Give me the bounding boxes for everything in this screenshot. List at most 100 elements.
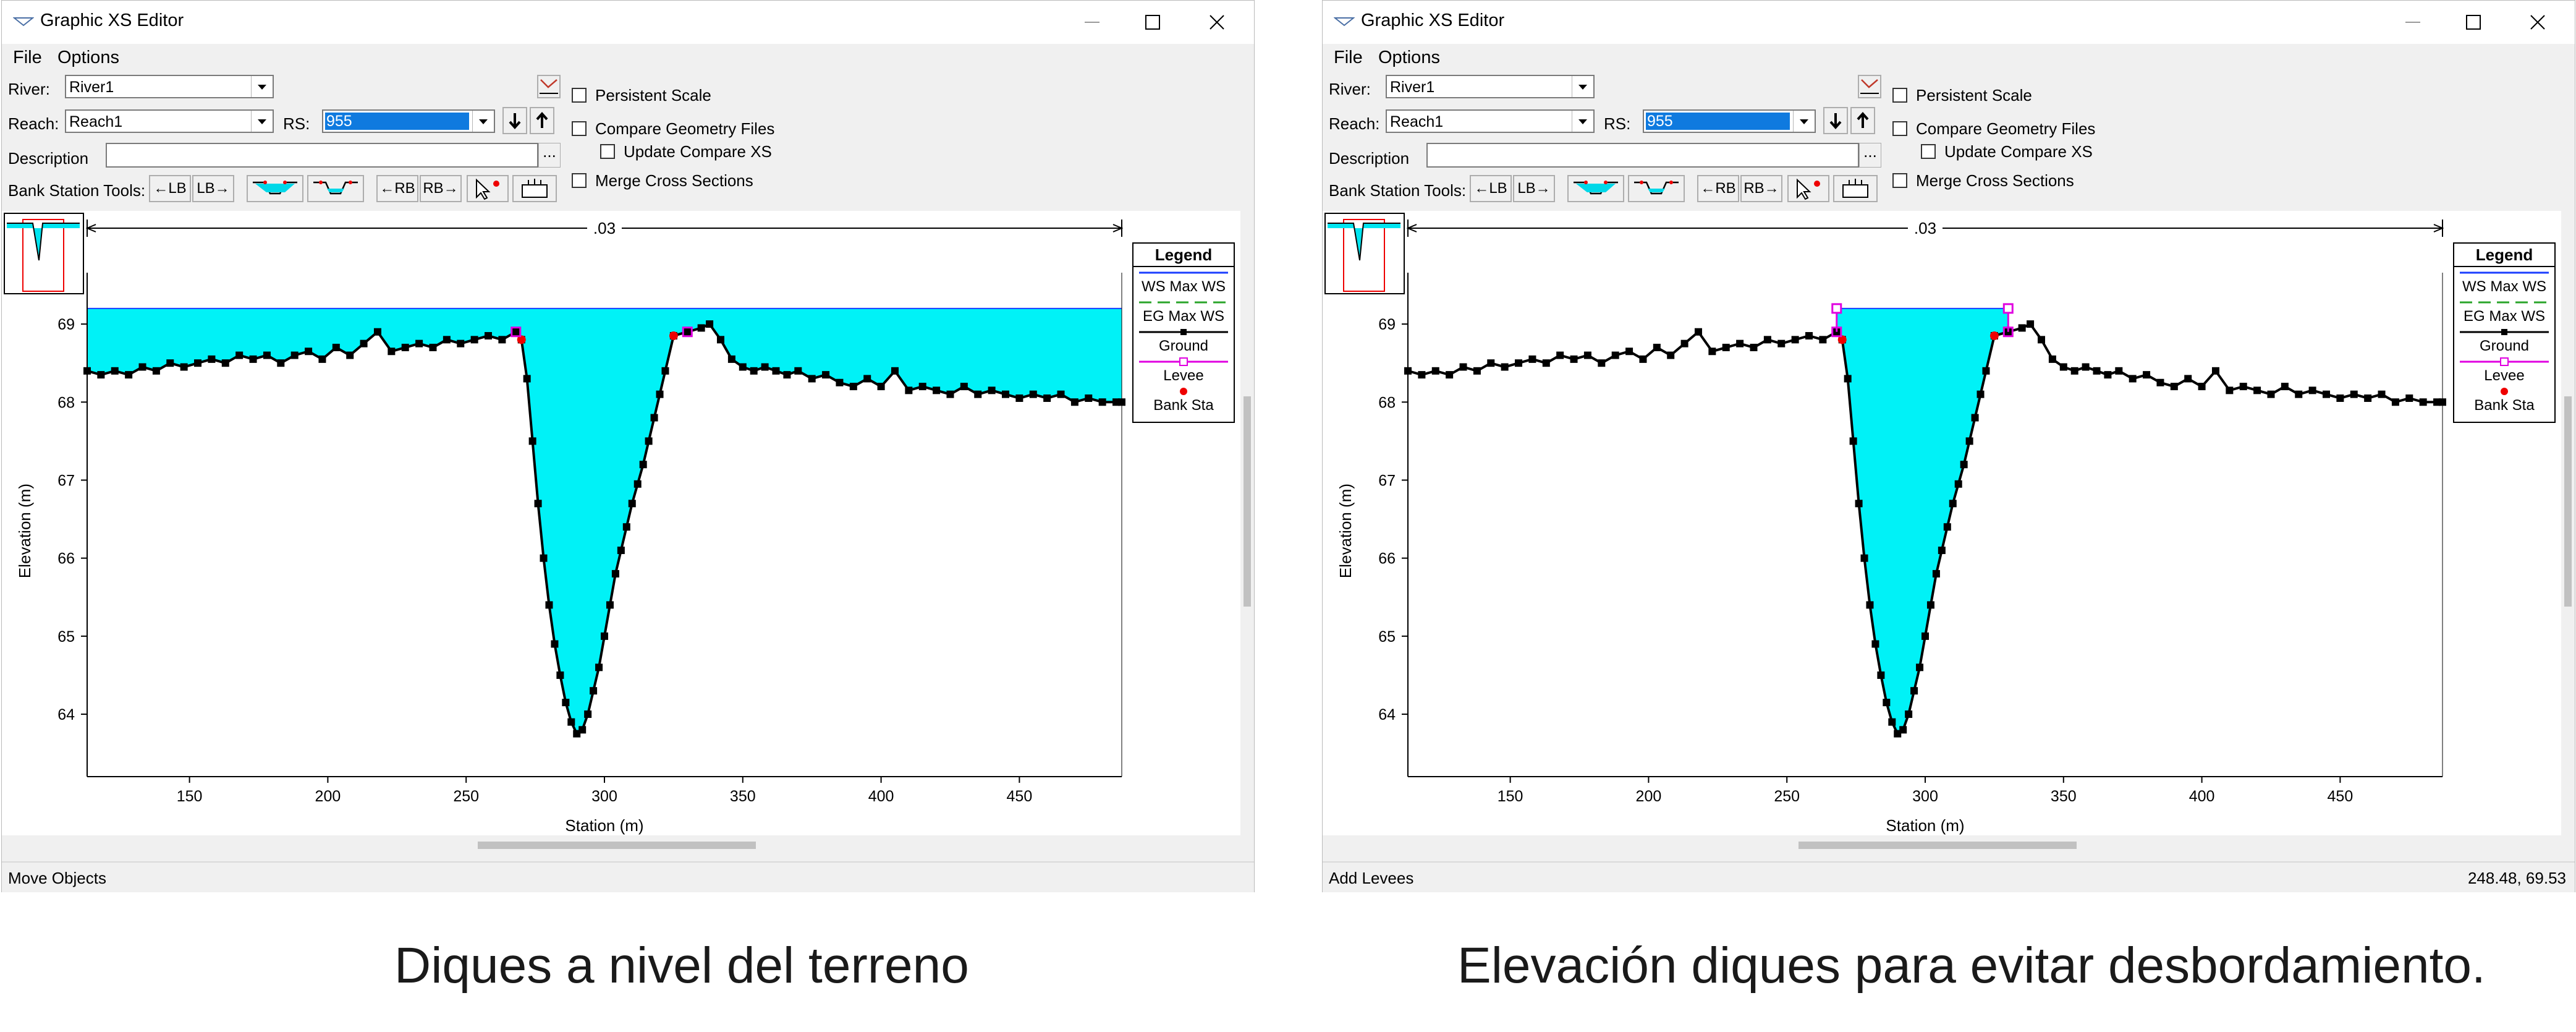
ground-point	[415, 339, 423, 348]
horizontal-scroll-thumb[interactable]	[1799, 842, 2077, 849]
ground-point	[2295, 390, 2303, 398]
menu-options[interactable]: Options	[57, 48, 119, 68]
x-tick-label: 250	[453, 788, 479, 805]
vertical-scroll-thumb[interactable]	[2564, 396, 2572, 607]
bank-fill-in-button[interactable]	[247, 175, 303, 202]
horizontal-scrollbar[interactable]	[2, 837, 1242, 854]
plot-options-button[interactable]	[1858, 75, 1881, 98]
previous-xs-button[interactable]	[502, 107, 527, 134]
minimize-button[interactable]	[2383, 4, 2443, 40]
previous-xs-button[interactable]	[1823, 107, 1848, 134]
ground-point	[1905, 710, 1913, 719]
river-select[interactable]: River1	[1386, 75, 1595, 98]
description-more-button[interactable]: ...	[1859, 143, 1881, 168]
x-tick-label: 200	[315, 788, 341, 805]
horizontal-scrollbar[interactable]	[1323, 837, 2562, 854]
ground-point	[1938, 547, 1946, 555]
rs-select[interactable]: 955	[322, 109, 495, 133]
ground-point	[639, 461, 647, 469]
persistent-scale-checkbox[interactable]	[1892, 88, 1907, 103]
merge-sections-checkbox[interactable]	[572, 173, 587, 188]
x-axis-title: Station (m)	[565, 816, 643, 835]
ground-point	[761, 363, 769, 371]
bank-out-button[interactable]	[1628, 175, 1685, 202]
vertical-scrollbar[interactable]	[2561, 211, 2575, 835]
ground-point	[1926, 601, 1934, 609]
river-select[interactable]: River1	[65, 75, 274, 98]
cross-section-plot[interactable]: .03 64 65 66 67 68 69 150 200 250 300 350 400 450 Stat…	[2, 211, 1242, 835]
arrow-down-icon	[509, 113, 521, 130]
vertical-scrollbar[interactable]	[1240, 211, 1254, 835]
cross-section-plot-area[interactable]: .03 64 65 66 67 68 69 150 200 250 300 350 400 450 Stat…	[1323, 211, 2562, 835]
status-text: Add Levees	[1329, 869, 1414, 887]
move-rb-left-button[interactable]: ←RB	[1697, 175, 1739, 202]
next-xs-button[interactable]	[530, 107, 554, 134]
close-button[interactable]	[1187, 4, 1247, 40]
reach-select[interactable]: Reach1	[1386, 109, 1595, 133]
minimize-button[interactable]	[1062, 4, 1122, 40]
x-tick-label: 350	[2051, 788, 2077, 805]
update-compare-checkbox[interactable]	[1921, 144, 1936, 159]
plot-options-button[interactable]	[537, 75, 561, 98]
close-button[interactable]	[2508, 4, 2567, 40]
ground-point	[1459, 363, 1467, 371]
ground-point	[650, 414, 658, 422]
select-levee-button[interactable]	[467, 175, 509, 202]
move-lb-right-button[interactable]: LB→	[1513, 175, 1555, 202]
menu-options[interactable]: Options	[1378, 48, 1440, 68]
title-bar[interactable]: Graphic XS Editor	[1323, 1, 2575, 44]
rs-value: 955	[1646, 113, 1790, 130]
hand-tool-button[interactable]	[512, 175, 557, 202]
persistent-scale-checkbox[interactable]	[572, 88, 587, 103]
hand-tool-button[interactable]	[1833, 175, 1878, 202]
reach-select[interactable]: Reach1	[65, 109, 274, 133]
ground-point	[2093, 367, 2101, 375]
ground-point	[1976, 390, 1985, 398]
move-lb-left-button[interactable]: ←LB	[1470, 175, 1512, 202]
move-rb-left-button[interactable]: ←RB	[376, 175, 418, 202]
move-lb-right-button[interactable]: LB→	[192, 175, 234, 202]
bank-fill-in-button[interactable]	[1567, 175, 1624, 202]
cross-section-plot[interactable]: .03 64 65 66 67 68 69 150 200 250 300 350 400 450 Stat…	[1323, 211, 2562, 835]
ground-point	[1487, 359, 1495, 367]
vertical-scroll-thumb[interactable]	[1244, 396, 1251, 607]
update-compare-checkbox[interactable]	[600, 144, 615, 159]
bank-out-button[interactable]	[307, 175, 364, 202]
ground-point	[606, 601, 614, 609]
ground-point	[863, 375, 871, 383]
ground-point	[974, 390, 982, 398]
ground-point	[2027, 320, 2035, 328]
chevron-down-icon	[1572, 111, 1593, 132]
merge-sections-checkbox[interactable]	[1892, 173, 1907, 188]
ground-point	[551, 640, 559, 648]
ground-point	[1418, 371, 1426, 379]
menu-file[interactable]: File	[13, 48, 42, 68]
move-lb-left-button[interactable]: ←LB	[149, 175, 191, 202]
compare-geometry-checkbox[interactable]	[572, 121, 587, 136]
ground-point	[1680, 339, 1688, 348]
x-tick-label: 150	[1498, 788, 1523, 805]
horizontal-scroll-thumb[interactable]	[478, 842, 756, 849]
move-rb-right-button[interactable]: RB→	[1740, 175, 1782, 202]
channel-fill-icon	[253, 181, 297, 195]
ground-point	[180, 363, 188, 371]
description-field[interactable]	[106, 143, 538, 168]
description-more-button[interactable]: ...	[538, 143, 561, 168]
menu-file[interactable]: File	[1334, 48, 1363, 68]
y-tick-label: 65	[57, 628, 75, 646]
ground-point	[1883, 699, 1891, 707]
ground-point	[836, 378, 844, 386]
maximize-button[interactable]	[2444, 4, 2503, 40]
rs-select[interactable]: 955	[1643, 109, 1816, 133]
compare-geometry-checkbox[interactable]	[1892, 121, 1907, 136]
title-bar[interactable]: Graphic XS Editor	[2, 1, 1254, 44]
ground-point	[918, 383, 926, 391]
maximize-button[interactable]	[1123, 4, 1182, 40]
move-rb-right-button[interactable]: RB→	[420, 175, 462, 202]
description-field[interactable]	[1426, 143, 1859, 168]
cross-section-plot-area[interactable]: .03 64 65 66 67 68 69 150 200 250 300 350 400 450 Stat…	[2, 211, 1242, 835]
ground-point	[1653, 343, 1661, 351]
select-levee-button[interactable]	[1787, 175, 1829, 202]
next-xs-button[interactable]	[1850, 107, 1875, 134]
ground-point	[346, 351, 354, 359]
